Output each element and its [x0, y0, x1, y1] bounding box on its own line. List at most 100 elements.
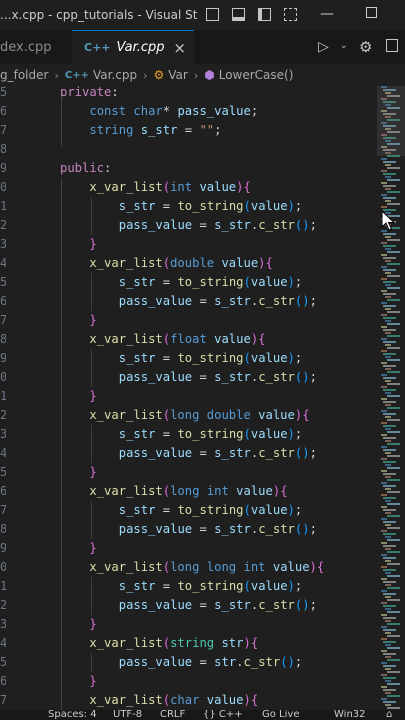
minimap-line	[381, 326, 387, 328]
indent-guide	[91, 425, 93, 463]
minimap[interactable]	[377, 86, 405, 710]
code-line[interactable]: public:	[60, 159, 111, 178]
code-line[interactable]: s_str = to_string(value);	[60, 577, 302, 596]
code-line[interactable]: x_var_list(long int value){	[60, 482, 287, 501]
minimize-icon[interactable]: —	[320, 6, 334, 22]
line-number: 5	[0, 275, 6, 289]
status-language[interactable]: {} C++	[203, 710, 243, 720]
indent-guide	[61, 178, 62, 710]
code-line[interactable]: pass_value = s_str.c_str();	[60, 368, 317, 387]
breadcrumb-file[interactable]: Var.cpp	[93, 68, 137, 82]
code-line[interactable]: x_var_list(long long int value){	[60, 558, 324, 577]
split-right-icon[interactable]	[386, 39, 398, 52]
tab-bar: dex.cpp C++ Var.cpp × ▷ ⌄ ⚙	[0, 30, 405, 64]
code-line[interactable]: x_var_list(char value){	[60, 691, 258, 710]
minimap-line	[383, 317, 396, 319]
minimap-line	[383, 617, 396, 619]
minimap-line	[383, 413, 396, 415]
line-number: 0	[0, 370, 6, 384]
code-line[interactable]: x_var_list(int value){	[60, 178, 250, 197]
minimap-line	[383, 557, 396, 559]
minimap-line	[385, 692, 391, 694]
tab-var-cpp[interactable]: C++ Var.cpp ×	[72, 30, 194, 64]
code-line[interactable]: s_str = to_string(value);	[60, 501, 302, 520]
minimap-line	[385, 176, 391, 178]
minimap-line	[385, 236, 391, 238]
minimap-line	[383, 461, 396, 463]
code-line[interactable]: }	[60, 387, 96, 406]
status-eol[interactable]: CRLF	[160, 710, 185, 720]
minimap-line	[383, 257, 396, 259]
code-line[interactable]: }	[60, 311, 96, 330]
minimap-line	[385, 572, 391, 574]
code-line[interactable]: }	[60, 615, 96, 634]
toggle-sidebar-icon[interactable]	[258, 8, 271, 21]
code-line[interactable]: string s_str = "";	[60, 121, 221, 140]
minimap-line	[381, 626, 387, 628]
breadcrumb-folder[interactable]: g_folder	[0, 68, 48, 82]
notifications-icon[interactable]: ⌂	[386, 710, 392, 720]
minimap-line	[381, 206, 387, 208]
code-line[interactable]: pass_value = s_str.c_str();	[60, 596, 317, 615]
minimap-line	[387, 347, 400, 349]
line-number: 5	[0, 465, 6, 479]
code-line[interactable]: }	[60, 235, 96, 254]
settings-icon[interactable]: ⚙	[359, 38, 372, 56]
minimap-line	[383, 161, 396, 163]
code-line[interactable]: s_str = to_string(value);	[60, 273, 302, 292]
status-golive[interactable]: Go Live	[262, 710, 299, 720]
code-line[interactable]: private:	[60, 86, 119, 102]
tab-dex-cpp[interactable]: dex.cpp	[0, 30, 72, 64]
split-editor-icon[interactable]	[206, 8, 219, 21]
minimap-line	[381, 554, 387, 556]
minimap-line	[387, 551, 400, 553]
minimap-line	[387, 275, 400, 277]
code-line[interactable]: }	[60, 463, 96, 482]
toggle-panel-icon[interactable]	[232, 8, 245, 21]
minimap-line	[381, 314, 387, 316]
code-line[interactable]: pass_value = str.c_str();	[60, 653, 302, 672]
maximize-icon[interactable]	[366, 7, 377, 18]
line-number: 3	[0, 237, 6, 251]
code-line[interactable]: s_str = to_string(value);	[60, 349, 302, 368]
run-icon[interactable]: ▷	[318, 39, 329, 55]
code-line[interactable]: const char* pass_value;	[60, 102, 258, 121]
status-platform[interactable]: Win32	[334, 710, 366, 720]
minimap-line	[387, 383, 400, 385]
minimap-line	[383, 449, 396, 451]
minimap-line	[383, 509, 396, 511]
code-line[interactable]: s_str = to_string(value);	[60, 425, 302, 444]
code-line[interactable]: s_str = to_string(value);	[60, 197, 302, 216]
indent-guide	[91, 197, 93, 235]
status-encoding[interactable]: UTF-8	[113, 710, 142, 720]
breadcrumb-class[interactable]: Var	[168, 68, 188, 82]
close-icon[interactable]: ×	[173, 39, 186, 57]
chevron-down-icon[interactable]: ⌄	[340, 41, 348, 51]
minimap-slider[interactable]	[377, 86, 405, 156]
code-line[interactable]: pass_value = s_str.c_str();	[60, 292, 317, 311]
minimap-line	[383, 689, 396, 691]
minimap-line	[381, 662, 387, 664]
code-editor[interactable]: 5 private: 6 const char* pass_value; 7 stri…	[0, 86, 405, 710]
minimap-line	[387, 167, 400, 169]
code-line[interactable]: x_var_list(long double value){	[60, 406, 309, 425]
customize-layout-icon[interactable]	[284, 8, 297, 21]
line-number: 5	[0, 86, 6, 99]
code-line[interactable]: x_var_list(float value){	[60, 330, 265, 349]
minimap-line	[383, 401, 396, 403]
code-line[interactable]: pass_value = s_str.c_str();	[60, 444, 317, 463]
minimap-line	[385, 368, 391, 370]
minimap-line	[387, 443, 400, 445]
minimap-line	[381, 698, 387, 700]
code-line[interactable]: pass_value = s_str.c_str();	[60, 216, 317, 235]
minimap-line	[387, 635, 400, 637]
code-line[interactable]: x_var_list(double value){	[60, 254, 272, 273]
breadcrumb-method[interactable]: LowerCase()	[219, 68, 294, 82]
code-line[interactable]: }	[60, 539, 96, 558]
line-number: 6	[0, 104, 6, 118]
minimap-line	[381, 338, 387, 340]
status-spaces[interactable]: Spaces: 4	[48, 710, 97, 720]
code-line[interactable]: }	[60, 672, 96, 691]
code-line[interactable]: pass_value = s_str.c_str();	[60, 520, 317, 539]
code-line[interactable]: x_var_list(string str){	[60, 634, 258, 653]
